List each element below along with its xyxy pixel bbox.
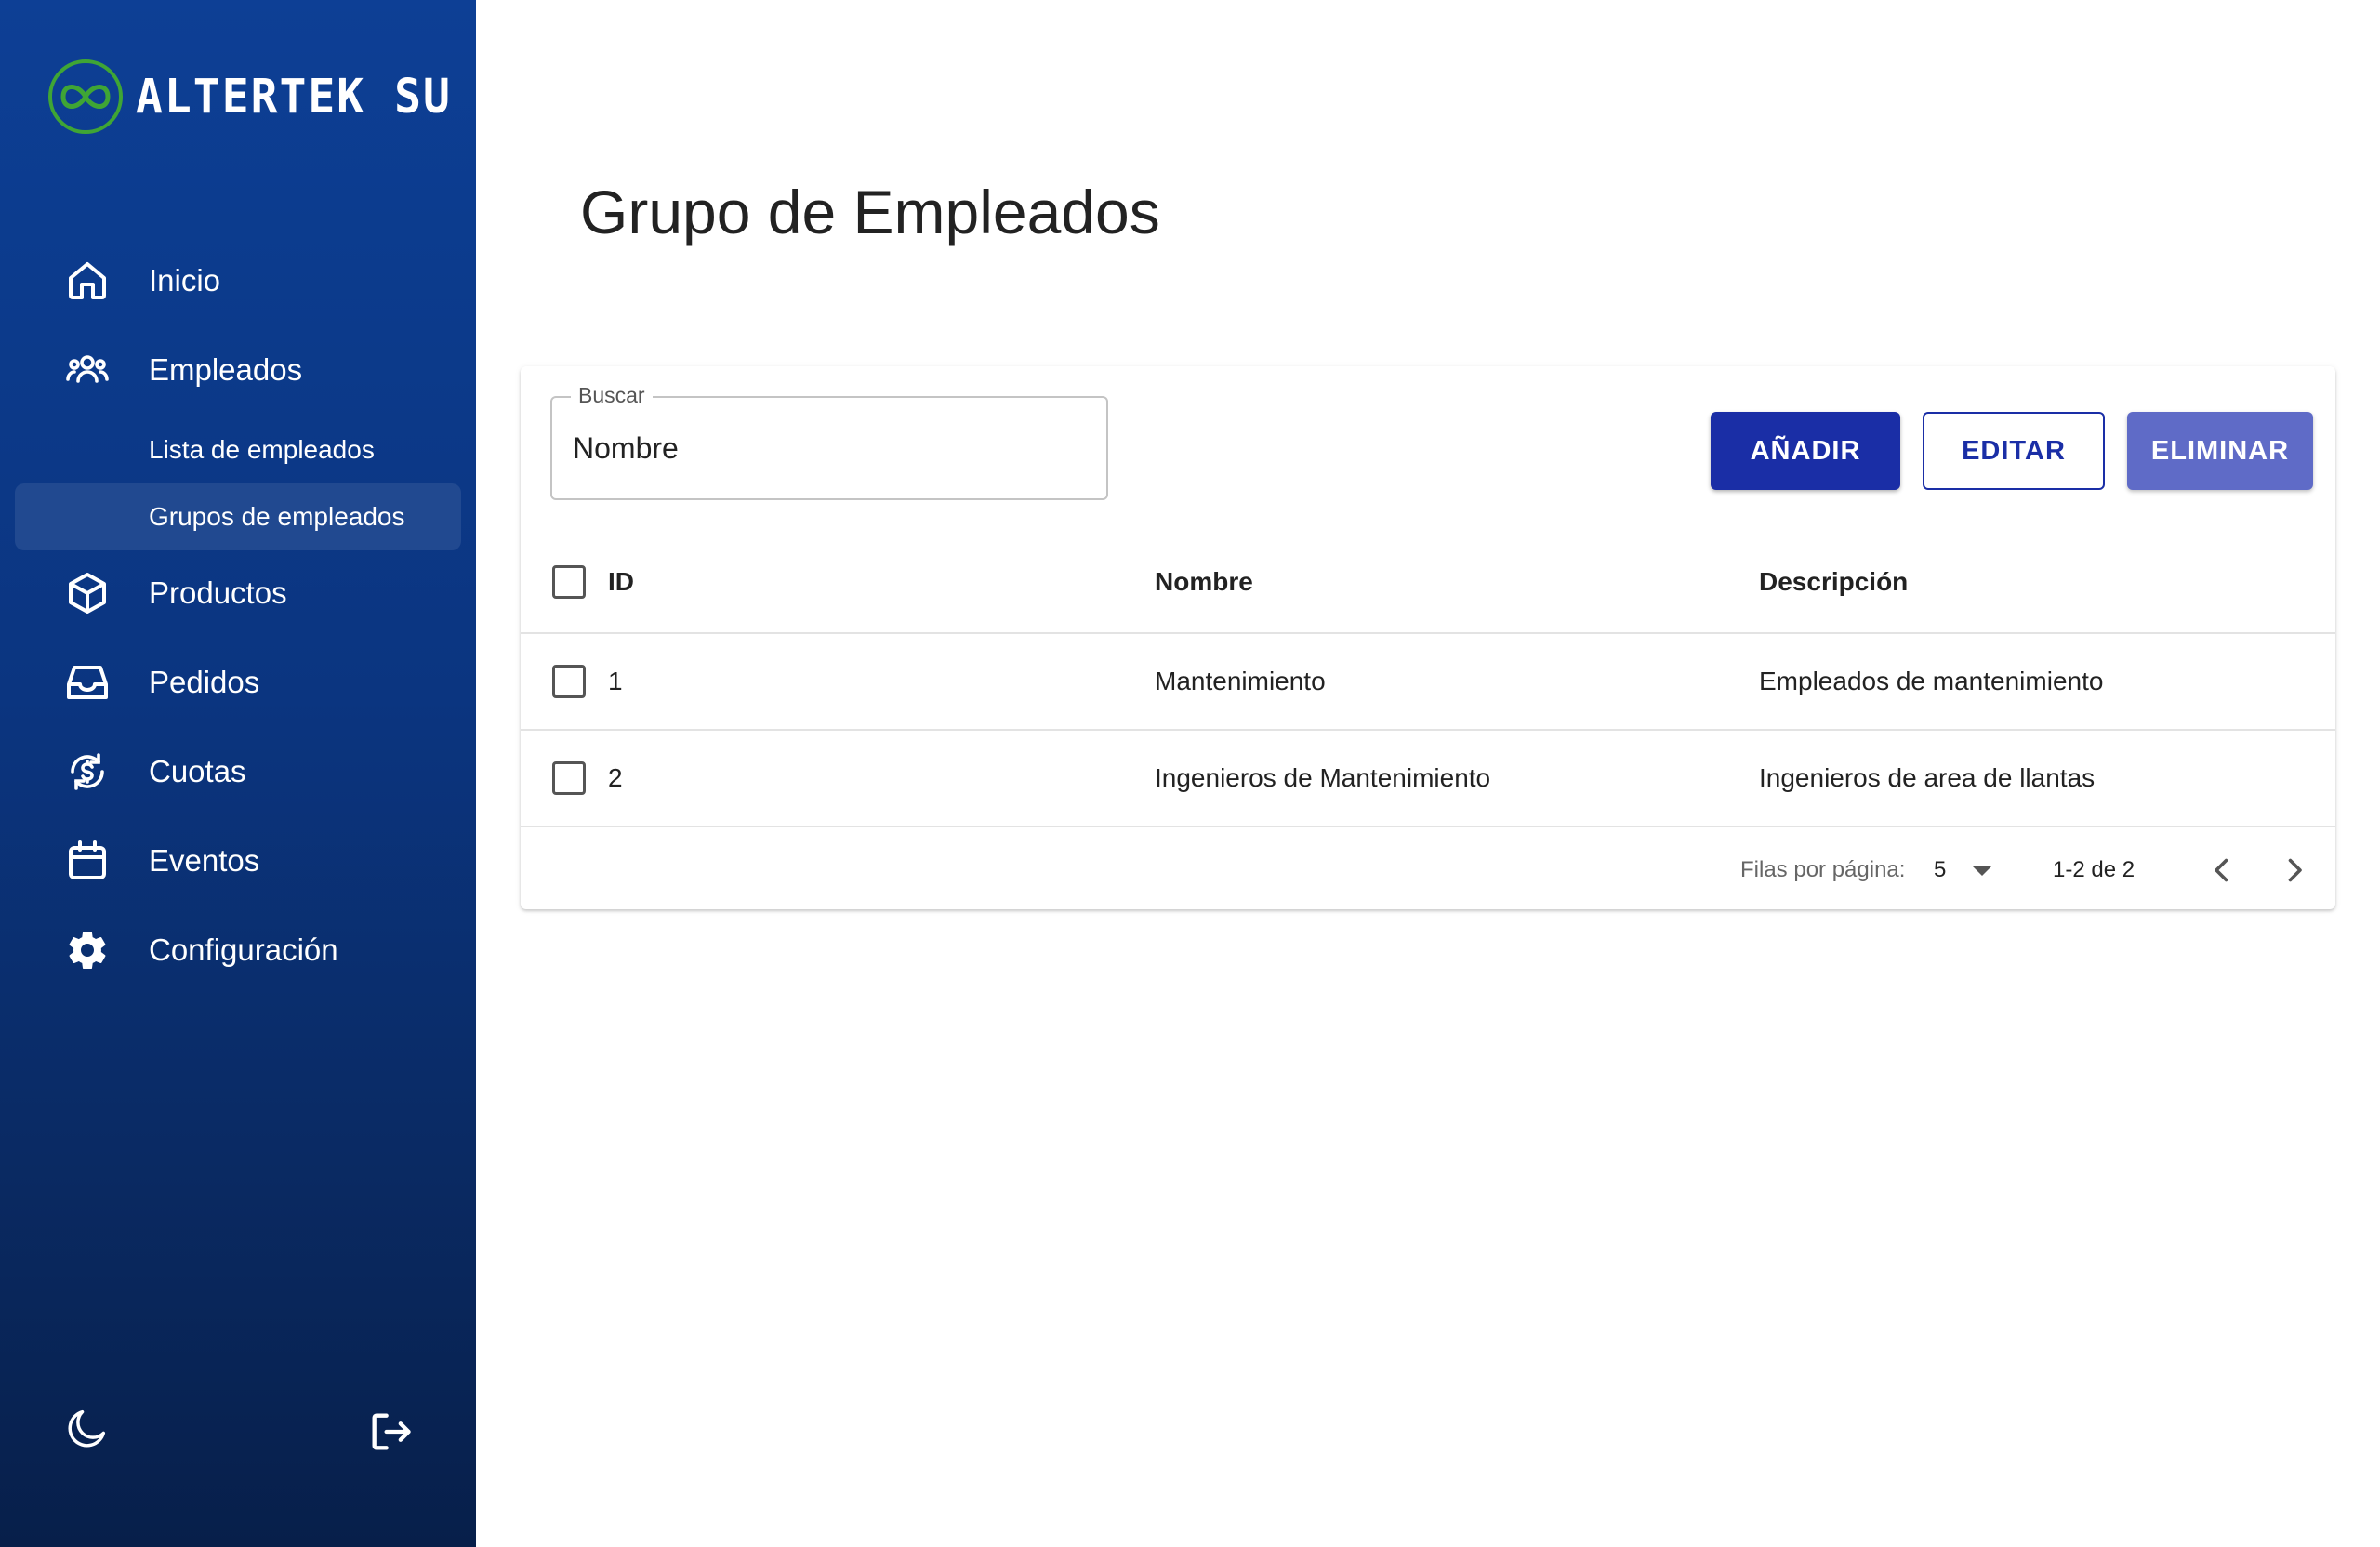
page-title: Grupo de Empleados [580,178,1160,246]
edit-button[interactable]: EDITAR [1923,412,2105,490]
groups-table: ID Nombre Descripción 1 Mantenimiento Em… [521,532,2335,827]
sidebar-item-label: Productos [149,575,287,610]
column-header-nombre[interactable]: Nombre [1155,532,1253,632]
users-icon [63,346,112,394]
table-row[interactable]: 2 Ingenieros de Mantenimiento Ingenieros… [521,731,2335,827]
sidebar-item-label: Eventos [149,843,260,878]
column-header-id[interactable]: ID [608,532,634,632]
row-checkbox[interactable] [552,665,586,698]
sidebar-item-inicio[interactable]: Inicio [0,244,476,318]
dollar-cycle-icon [63,747,112,796]
rows-per-page-value: 5 [1934,857,1947,882]
calendar-icon [63,837,112,885]
box-icon [63,569,112,617]
groups-card: Buscar AÑADIR EDITAR ELIMINAR ID Nombre … [521,366,2335,909]
rows-per-page-label: Filas por página: [1740,857,1906,882]
sidebar-item-label: Inicio [149,263,221,298]
gear-icon [63,926,112,974]
sidebar-item-pedidos[interactable]: Pedidos [0,645,476,720]
sidebar-item-label: Configuración [149,932,338,967]
pagination-range: 1-2 de 2 [2053,857,2135,882]
search-field[interactable]: Buscar [550,383,1108,500]
select-all-checkbox[interactable] [552,565,586,599]
logout-icon[interactable] [366,1408,415,1456]
cell-nombre: Mantenimiento [1155,667,1326,695]
sidebar-item-productos[interactable]: Productos [0,556,476,630]
chevron-left-icon [2215,858,2228,882]
table-row[interactable]: 1 Mantenimiento Empleados de mantenimien… [521,634,2335,731]
search-label: Buscar [571,383,653,408]
chevron-right-icon [2288,858,2302,882]
cell-descripcion: Ingenieros de area de llantas [1759,763,2096,792]
delete-button[interactable]: ELIMINAR [2127,412,2313,490]
home-icon [63,257,112,305]
caret-down-icon [1973,866,1991,876]
sidebar-subitem-lista-empleados[interactable]: Lista de empleados [15,416,461,483]
rows-per-page-select[interactable]: 5 [1934,857,2008,887]
sidebar-item-label: Pedidos [149,665,260,699]
column-header-descripcion[interactable]: Descripción [1759,532,1908,632]
previous-page-button[interactable] [2202,850,2242,891]
sidebar-subitem-label: Grupos de empleados [149,502,405,531]
cell-id: 2 [608,763,623,792]
cell-nombre: Ingenieros de Mantenimiento [1155,763,1491,792]
table-pagination: Filas por página: 5 1-2 de 2 [521,831,2335,909]
table-header-row: ID Nombre Descripción [521,532,2335,634]
search-input[interactable] [573,420,1075,476]
moon-icon[interactable] [63,1404,112,1452]
add-button[interactable]: AÑADIR [1711,412,1900,490]
brand-logo[interactable]: ALTERTEK SU [46,58,452,136]
cell-descripcion: Empleados de mantenimiento [1759,667,2104,695]
sidebar-subitem-label: Lista de empleados [149,435,375,464]
row-checkbox[interactable] [552,761,586,795]
sidebar-item-cuotas[interactable]: Cuotas [0,734,476,809]
infinity-logo-icon [48,60,123,134]
sidebar-item-label: Cuotas [149,754,246,788]
cell-id: 1 [608,667,623,695]
inbox-icon [63,658,112,707]
sidebar-subitem-grupos-empleados[interactable]: Grupos de empleados [15,483,461,550]
sidebar-item-eventos[interactable]: Eventos [0,824,476,898]
sidebar-item-configuracion[interactable]: Configuración [0,913,476,987]
next-page-button[interactable] [2274,850,2315,891]
sidebar: ALTERTEK SU Inicio Empleados Lista de em… [0,0,476,1547]
sidebar-item-empleados[interactable]: Empleados [0,333,476,407]
brand-name: ALTERTEK SU [136,69,452,125]
sidebar-item-label: Empleados [149,352,303,387]
